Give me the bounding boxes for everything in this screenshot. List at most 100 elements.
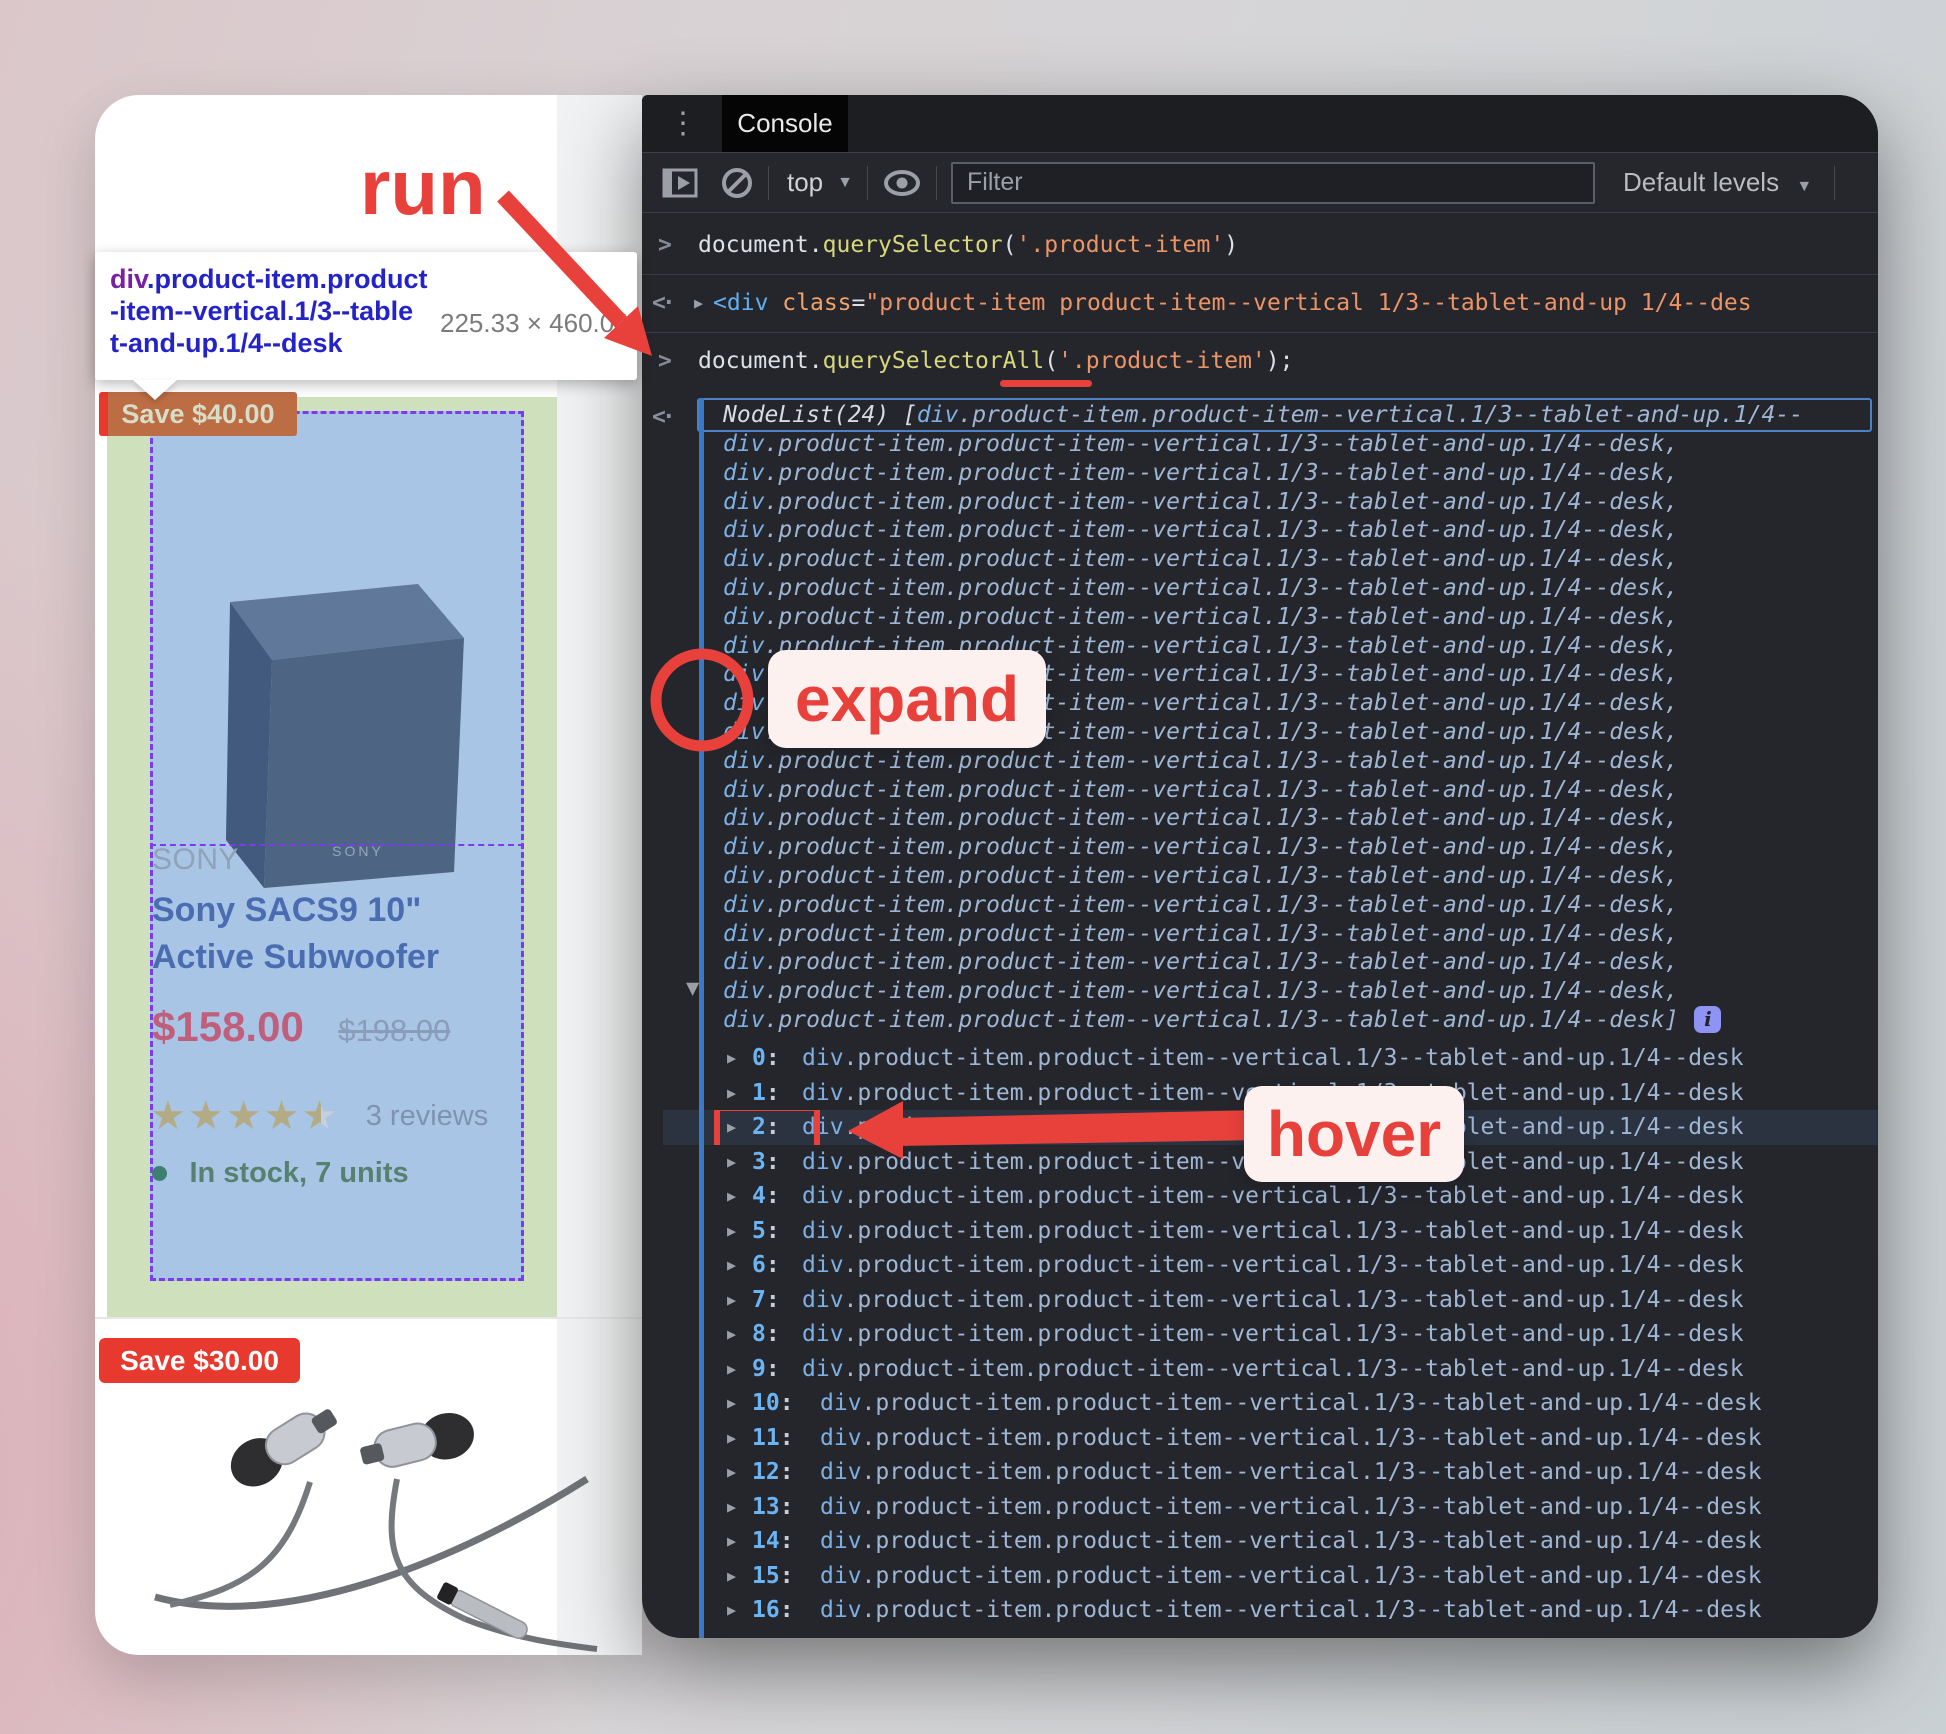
nodelist-item-selector: div.product-item.product-item--vertical.… [820,1562,1762,1589]
nodelist-item-index: 16: [752,1597,794,1623]
result-accent-bar [699,398,704,1638]
devtools-tabbar: ⋮ Console [642,95,1878,153]
nodelist-item-selector: div.product-item.product-item--vertical.… [802,1286,1744,1313]
nodelist-item-selector: div.product-item.product-item--vertical.… [802,1079,1744,1106]
chevron-down-icon: ▼ [1796,178,1813,195]
nodelist-preview-line: div.product-item.product-item--vertical.… [723,431,1679,457]
inspect-tooltip: div.product-item.product -item--vertical… [95,252,637,400]
section-divider [95,1317,642,1319]
nodelist-item-row[interactable]: ▶ 12: div.product-item.product-item--verti… [642,1455,1878,1490]
price-row: $158.00 $198.00 [152,1003,450,1051]
nodelist-item-row[interactable]: ▶ 7: div.product-item.product-item--vertic… [642,1283,1878,1318]
nodelist-item-index: 8: [752,1321,780,1347]
console-input-row[interactable]: > document.querySelectorAll('.product-it… [642,332,1878,396]
nodelist-item-index: 14: [752,1528,794,1554]
nodelist-item-selector: div.product-item.product-item--vertical.… [802,1321,1744,1347]
nodelist-item-index: 9: [752,1355,780,1382]
nodelist-item-row[interactable]: ▶ 0: div.product-item.product-item--vertic… [642,1041,1878,1076]
triangle-right-icon[interactable]: ▶ [727,1214,736,1249]
nodelist-item-row[interactable]: ▶ 2: div.product-item.product-item--vertic… [642,1110,1878,1145]
annotation-underline [1000,380,1092,387]
product-title[interactable]: Sony SACS9 10" Active Subwoofer [152,887,502,981]
live-expression-eye-icon[interactable] [882,168,922,198]
nodelist-preview-line: div.product-item.product-item--vertical.… [723,690,1679,717]
filter-input[interactable] [951,161,1595,204]
triangle-right-icon[interactable]: ▶ [727,1421,736,1456]
reviews-link[interactable]: 3 reviews [366,1100,489,1132]
nodelist-item-row[interactable]: ▶ 6: div.product-item.product-item--vertic… [642,1248,1878,1283]
triangle-right-icon[interactable]: ▶ [727,1248,736,1283]
triangle-right-icon[interactable]: ▶ [727,1352,736,1387]
nodelist-preview-line: div.product-item.product-item--vertical.… [723,459,1679,486]
nodelist-item-row[interactable]: ▶ 4: div.product-item.product-item--vertic… [642,1179,1878,1214]
product-brand: SONY [152,843,240,876]
save-40-badge: Save $40.00 [99,392,297,436]
nodelist-preview-line: div.product-item.product-item--vertical.… [723,546,1679,573]
nodelist-item-selector: div.product-item.product-item--vertical.… [802,1045,1744,1071]
triangle-right-icon[interactable]: ▶ [727,1283,736,1318]
nodelist-item-row[interactable]: ▶ 9: div.product-item.product-item--vertic… [642,1352,1878,1387]
console-prompt-icon: > [658,232,672,258]
console-result-row[interactable]: <· ▶ <div class="product-item product-ite… [642,274,1878,333]
nodelist-item-selector: div.product-item.product-item--vertical.… [802,1148,1744,1175]
nodelist-item-row[interactable]: ▶ 5: div.product-item.product-item--vertic… [642,1214,1878,1249]
triangle-down-icon[interactable]: ▼ [686,976,699,1001]
console-log: > document.querySelector('.product-item'… [642,212,1878,1638]
nodelist-item-row[interactable]: ▶ 13: div.product-item.product-item--verti… [642,1490,1878,1525]
triangle-right-icon[interactable]: ▶ [727,1076,736,1111]
console-input-row[interactable]: > document.querySelector('.product-item'… [642,216,1878,275]
nodelist-preview-first-line[interactable]: NodeList(24) [div.product-item.product-i… [723,401,1878,430]
nodelist-item-selector: div.product-item.product-item--vertical.… [802,1217,1744,1244]
execution-context-selector[interactable]: top [787,167,823,198]
nodelist-item-index: 6: [752,1252,780,1278]
triangle-right-icon[interactable]: ▶ [727,1593,736,1628]
triangle-right-icon[interactable]: ▶ [727,1145,736,1180]
console-command-text: document.querySelector('.product-item') [698,232,1239,258]
triangle-right-icon[interactable]: ▶ [727,1386,736,1421]
triangle-right-icon[interactable]: ▶ [727,1559,736,1594]
nodelist-item-row[interactable]: ▶ 10: div.product-item.product-item--verti… [642,1386,1878,1421]
triangle-right-icon[interactable]: ▶ [727,1041,736,1076]
nodelist-item-selector: div.product-item.product-item--vertical.… [802,1252,1744,1278]
nodelist-item-row[interactable]: ▶ 15: div.product-item.product-item--verti… [642,1559,1878,1594]
nodelist-item-index: 12: [752,1459,794,1485]
nodelist-preview-line: div.product-item.product-item--vertical.… [723,920,1679,947]
console-toolbar: top ▼ Default levels ▼ [642,153,1878,213]
console-sidebar-toggle-icon[interactable] [662,167,698,199]
nodelist-preview-line: div.product-item.product-item--vertical.… [723,863,1679,889]
tab-console[interactable]: Console [722,95,848,152]
clear-console-icon[interactable] [720,166,754,200]
save-30-badge: Save $30.00 [99,1338,300,1383]
tooltip-selector-line1: div.product-item.product [110,264,428,294]
nodelist-item-row[interactable]: ▶ 11: div.product-item.product-item--verti… [642,1421,1878,1456]
star-icon: ★★★★ [150,1094,302,1138]
kebab-menu-icon[interactable]: ⋮ [668,103,698,145]
nodelist-item-row[interactable]: ▶ 1: div.product-item.product-item--vertic… [642,1076,1878,1111]
nodelist-item-row[interactable]: ▶ 3: div.product-item.product-item--vertic… [642,1145,1878,1180]
nodelist-preview-line: div.product-item.product-item--vertical.… [723,776,1679,803]
toolbar-separator [867,165,868,200]
nodelist-preview-line: div.product-item.product-item--vertical.… [723,488,1679,515]
nodelist-item-row[interactable]: ▶ 8: div.product-item.product-item--vertic… [642,1317,1878,1352]
triangle-right-icon[interactable]: ▶ [727,1490,736,1525]
triangle-right-icon[interactable]: ▶ [727,1455,736,1490]
nodelist-preview-line: div.product-item.product-item--vertical.… [723,517,1679,544]
toolbar-separator [936,165,937,200]
triangle-right-icon[interactable]: ▶ [727,1524,736,1559]
triangle-right-icon[interactable]: ▶ [694,294,703,312]
nodelist-item-row[interactable]: ▶ 16: div.product-item.product-item--verti… [642,1593,1878,1628]
nodelist-item-selector: div.product-item.product-item--vertical.… [802,1183,1744,1209]
nodelist-item-selector: div.product-item.product-item--vertical.… [802,1114,1744,1140]
nodelist-item-index: 10: [752,1390,794,1416]
info-icon[interactable]: i [1694,1006,1722,1033]
tooltip-dimensions: 225.33 × 460.04 [440,308,629,338]
triangle-right-icon[interactable]: ▶ [727,1179,736,1214]
nodelist-item-index: 13: [752,1493,794,1520]
nodelist-preview-line: div.product-item.product-item--vertical.… [723,661,1679,688]
log-levels-selector[interactable]: Default levels ▼ [1623,167,1812,198]
devtools-panel: ⋮ Console top ▼ De [642,95,1878,1638]
toolbar-separator [768,165,769,200]
nodelist-item-row[interactable]: ▶ 14: div.product-item.product-item--verti… [642,1524,1878,1559]
triangle-right-icon[interactable]: ▶ [727,1317,736,1352]
returned-value-icon: <· [652,404,676,430]
